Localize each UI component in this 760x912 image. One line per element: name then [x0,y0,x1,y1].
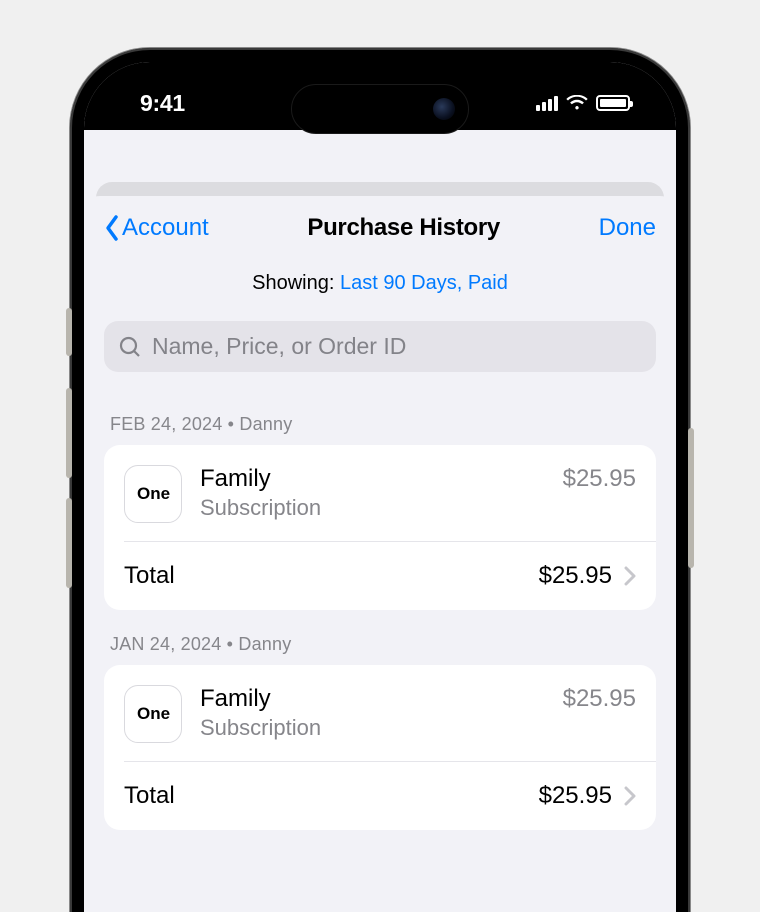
purchase-group: FEB 24, 2024 • Danny One Family Subscrip… [84,390,676,610]
sheet: Account Purchase History Done Showing: L… [84,196,676,912]
purchase-card: One Family Subscription $25.95 Total [104,665,656,830]
item-price: $25.95 [563,465,636,493]
item-subtitle: Subscription [200,494,545,523]
filter-row[interactable]: Showing: Last 90 Days, Paid [84,254,676,321]
screen: 9:41 [84,62,676,912]
nav-bar: Account Purchase History Done [84,196,676,254]
app-icon-label: One [137,484,170,504]
chevron-right-icon [624,566,636,586]
chevron-left-icon [104,214,120,242]
volume-down-button [66,498,72,588]
total-label: Total [124,562,527,590]
app-icon-label: One [137,704,170,724]
done-button[interactable]: Done [599,214,656,242]
page-title: Purchase History [307,214,500,242]
status-bar-area: 9:41 [84,62,676,130]
chevron-right-icon [624,786,636,806]
group-header: JAN 24, 2024 • Danny [104,634,656,665]
silent-switch [66,308,72,356]
purchase-item[interactable]: One Family Subscription $25.95 [104,665,656,761]
filter-label: Showing: [252,272,340,294]
back-label: Account [122,214,209,242]
status-time: 9:41 [122,90,185,117]
total-value: $25.95 [539,562,612,590]
search-placeholder: Name, Price, or Order ID [152,333,406,360]
item-title: Family [200,685,545,714]
group-header: FEB 24, 2024 • Danny [104,414,656,445]
total-row[interactable]: Total $25.95 [104,542,656,610]
status-icons [536,95,638,111]
item-subtitle: Subscription [200,714,545,743]
total-label: Total [124,782,527,810]
item-title: Family [200,465,545,494]
wifi-icon [566,95,588,111]
cellular-signal-icon [536,95,558,111]
battery-icon [596,95,630,111]
purchase-item[interactable]: One Family Subscription $25.95 [104,445,656,541]
volume-up-button [66,388,72,478]
total-value: $25.95 [539,782,612,810]
back-button[interactable]: Account [104,214,209,242]
iphone-frame: 9:41 [70,48,690,912]
dynamic-island [291,84,469,134]
purchase-card: One Family Subscription $25.95 Total [104,445,656,610]
side-button [688,428,694,568]
apple-one-icon: One [124,465,182,523]
search-icon [118,335,142,359]
apple-one-icon: One [124,685,182,743]
filter-value: Last 90 Days, Paid [340,272,508,294]
total-row[interactable]: Total $25.95 [104,762,656,830]
search-input[interactable]: Name, Price, or Order ID [104,321,656,372]
item-price: $25.95 [563,685,636,713]
purchase-group: JAN 24, 2024 • Danny One Family Subscrip… [84,610,676,830]
front-camera-icon [433,98,455,120]
